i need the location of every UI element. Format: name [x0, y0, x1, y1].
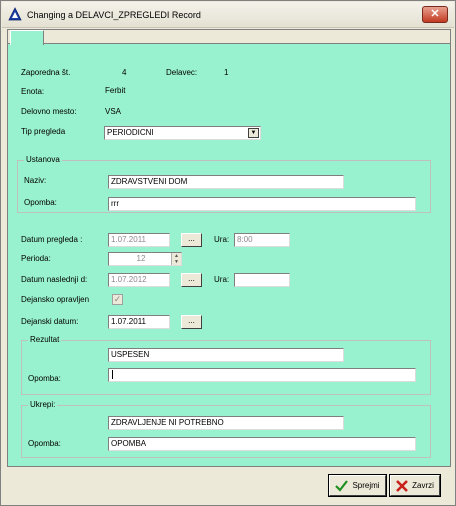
record-dialog: Changing a DELAVCI_ZPREGLEDI Record ✕ Za… [0, 0, 456, 506]
dropdown-arrow-icon[interactable]: ▼ [248, 128, 259, 138]
enota-label: Enota: [21, 87, 45, 96]
tip-pregleda-select[interactable]: PERIODICNI ▼ [104, 126, 261, 140]
ustanova-opomba-field[interactable]: rrr [108, 197, 416, 211]
ukrepi-opomba-field[interactable]: OPOMBA [108, 437, 416, 451]
delovno-mesto-value: VSA [105, 107, 122, 116]
check-icon [335, 479, 349, 492]
cancel-button[interactable]: Zavrzi [389, 474, 441, 497]
datum-pregleda-label: Datum pregleda : [21, 235, 83, 244]
enota-value: Ferbit [105, 86, 126, 95]
ustanova-title: Ustanova [24, 155, 62, 164]
text-cursor [112, 370, 113, 380]
tab-panel: Zaporedna št. 4 Delavec: 1 Enota: Ferbit… [7, 29, 451, 467]
ustanova-group: Ustanova Naziv: ZDRAVSTVENI DOM Opomba: … [17, 155, 431, 213]
ura-label: Ura: [214, 235, 230, 244]
close-icon: ✕ [430, 8, 440, 20]
ukrepi-field[interactable]: ZDRAVLJENJE NI POTREBNO [108, 416, 344, 430]
check-icon: ✓ [113, 294, 122, 304]
rezultat-opomba-field[interactable] [108, 368, 416, 382]
title-bar: Changing a DELAVCI_ZPREGLEDI Record ✕ [2, 2, 454, 28]
app-icon [8, 7, 22, 21]
perioda-label: Perioda: [21, 254, 51, 263]
dejansko-label: Dejansko opravljen [21, 295, 90, 304]
ukrepi-opomba-label: Opomba: [28, 439, 61, 448]
dejanski-datum-field[interactable]: 1.07.2011 [108, 315, 170, 329]
tab-main[interactable] [10, 30, 44, 45]
delavec-label: Delavec: [166, 68, 198, 77]
zaporedna-label: Zaporedna št. [21, 68, 71, 77]
window-title: Changing a DELAVCI_ZPREGLEDI Record [27, 10, 201, 20]
ura2-label: Ura: [214, 275, 230, 284]
dejanski-datum-label: Dejanski datum: [21, 317, 79, 326]
save-button-label: Sprejmi [352, 481, 380, 490]
ura2-field[interactable] [234, 273, 290, 287]
rezultat-opomba-label: Opomba: [28, 374, 61, 383]
dejansko-checkbox[interactable]: ✓ [112, 294, 123, 305]
ustanova-opomba-label: Opomba: [24, 198, 57, 207]
datum-naslednji-picker-button[interactable]: ... [181, 273, 202, 287]
x-icon [396, 479, 409, 492]
spinner-arrows-icon[interactable]: ▲ ▼ [171, 253, 181, 265]
tip-pregleda-label: Tip pregleda [21, 127, 66, 136]
ukrepi-title: Ukrepi: [28, 400, 58, 409]
naziv-label: Naziv: [24, 176, 47, 185]
delavec-value: 1 [224, 68, 229, 77]
ura-field[interactable]: 8:00 [234, 233, 290, 247]
save-button[interactable]: Sprejmi [328, 474, 387, 497]
tip-pregleda-value: PERIODICNI [107, 128, 154, 137]
delovno-mesto-label: Delovno mesto: [21, 107, 77, 116]
zaporedna-value: 4 [122, 68, 127, 77]
dejanski-datum-picker-button[interactable]: ... [181, 315, 202, 329]
naziv-field[interactable]: ZDRAVSTVENI DOM [108, 175, 344, 189]
datum-naslednji-field[interactable]: 1.07.2012 [108, 273, 170, 287]
ukrepi-group: Ukrepi: ZDRAVLJENJE NI POTREBNO Opomba: … [21, 400, 431, 458]
tab-strip [8, 30, 450, 44]
cancel-button-label: Zavrzi [412, 481, 434, 490]
perioda-value: 12 [136, 254, 146, 263]
datum-naslednji-label: Datum naslednji d: [21, 275, 88, 284]
perioda-spinner[interactable]: 12 ▲ ▼ [108, 252, 182, 266]
rezultat-field[interactable]: USPESEN [108, 348, 344, 362]
rezultat-group: Rezultat USPESEN Opomba: [21, 335, 431, 395]
close-button[interactable]: ✕ [422, 6, 448, 23]
datum-pregleda-field[interactable]: 1.07.2011 [108, 233, 170, 247]
rezultat-title: Rezultat [28, 335, 62, 344]
datum-pregleda-picker-button[interactable]: ... [181, 233, 202, 247]
